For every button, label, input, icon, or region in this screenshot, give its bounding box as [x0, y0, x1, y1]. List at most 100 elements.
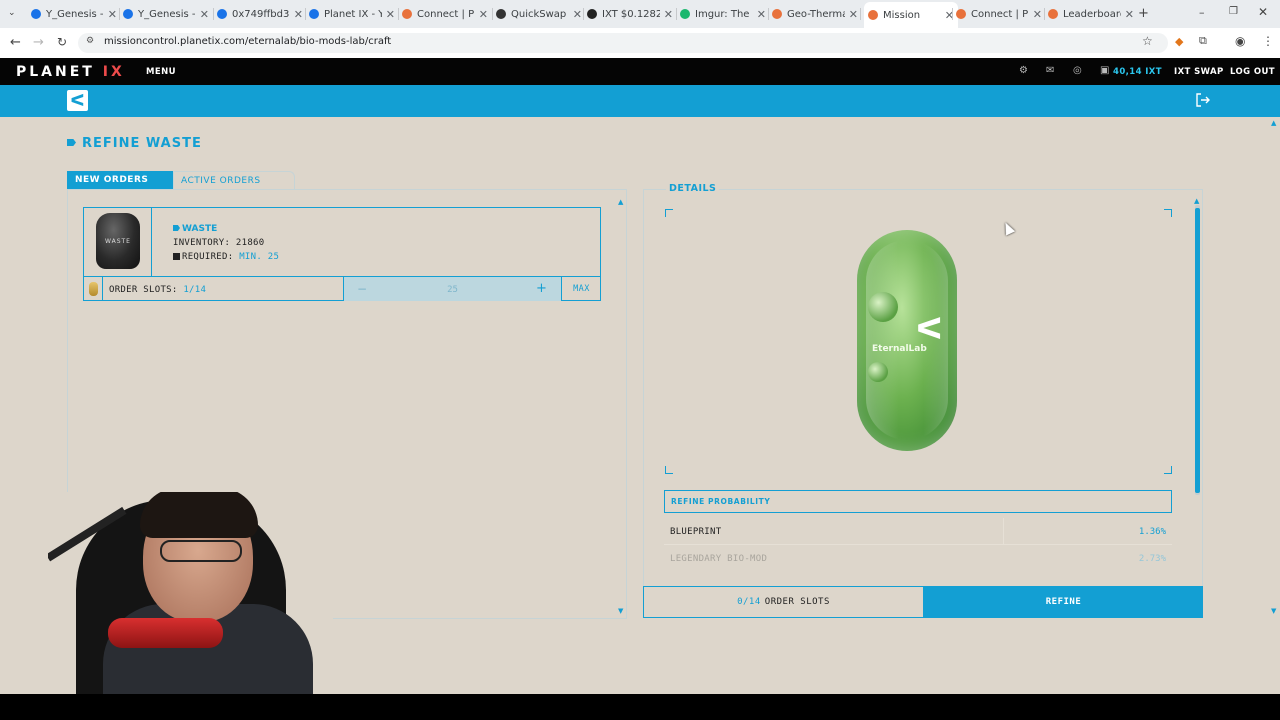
close-tab-icon[interactable]: ✕ [757, 8, 766, 21]
browser-tab[interactable]: Planet IX - Y ✕ [309, 4, 395, 24]
minimize-icon[interactable]: – [1199, 6, 1205, 19]
close-tab-icon[interactable]: ✕ [108, 8, 117, 21]
browser-tab[interactable]: Leaderboard ✕ [1048, 4, 1134, 24]
tab-separator [305, 8, 306, 20]
site-info-icon[interactable]: ⚙ [86, 36, 94, 46]
metamask-icon[interactable]: ◆ [1175, 35, 1183, 48]
person-hair [140, 492, 258, 538]
tab-new-orders[interactable]: NEW ORDERS [67, 171, 173, 189]
divider [664, 544, 1172, 545]
user-icon[interactable]: ◎ [1073, 66, 1083, 76]
settings-icon[interactable]: ⚙ [1019, 66, 1029, 76]
frame-corner [665, 209, 673, 217]
close-tab-icon[interactable]: ✕ [200, 8, 209, 21]
tab-active-orders[interactable]: ACTIVE ORDERS [173, 171, 295, 189]
browser-tab[interactable]: Y_Genesis - ✕ [31, 4, 117, 24]
browser-tab[interactable]: QuickSwap ✕ [496, 4, 582, 24]
tab-title: Y_Genesis - [46, 8, 104, 20]
page-scroll-down-icon[interactable]: ▼ [1271, 607, 1276, 615]
panel-scroll-up-icon[interactable]: ▲ [618, 198, 623, 206]
planet-ix-logo[interactable]: PLANET IX [16, 64, 125, 80]
browser-tab[interactable]: Connect | Pl ✕ [956, 4, 1042, 24]
browser-tab[interactable]: Y_Genesis - ✕ [123, 4, 209, 24]
tab-title: Y_Genesis - [138, 8, 196, 20]
tab-search-icon[interactable]: ⌄ [8, 8, 16, 18]
tab-title: Connect | Pl [971, 8, 1029, 20]
details-scroll-up-icon[interactable]: ▲ [1194, 197, 1199, 205]
page-title: REFINE WASTE [82, 136, 202, 151]
url-text: missioncontrol.planetix.com/eternalab/bi… [104, 36, 392, 47]
decrement-button[interactable]: − [357, 282, 367, 296]
inventory-count: INVENTORY: 21860 [173, 238, 265, 248]
increment-button[interactable]: + [536, 281, 547, 296]
order-slots-value: 1/14 [183, 285, 207, 295]
logout-button[interactable]: LOG OUT [1230, 67, 1275, 77]
eternalab-logo-icon[interactable]: ᐸ [67, 90, 88, 111]
reload-icon[interactable]: ↻ [57, 35, 67, 49]
probability-row-value: 2.73% [1138, 554, 1166, 564]
mail-icon[interactable]: ✉ [1046, 66, 1056, 76]
tab-title: Leaderboard [1063, 8, 1121, 20]
close-tab-icon[interactable]: ✕ [479, 8, 488, 21]
close-tab-icon[interactable]: ✕ [294, 8, 303, 21]
back-icon[interactable]: ← [10, 35, 21, 50]
logo-main-text: PLANET [16, 64, 95, 80]
browser-tab[interactable]: Mission ✕ [864, 2, 958, 28]
tab-separator [768, 8, 769, 20]
close-tab-icon[interactable]: ✕ [664, 8, 673, 21]
ixt-balance[interactable]: 40,14 IXT [1113, 67, 1162, 77]
tab-title: 0x749ffbd30 [232, 8, 290, 20]
m-icon [587, 9, 597, 19]
extensions-icon[interactable]: ⧉ [1199, 34, 1207, 48]
order-slots-text: ORDER SLOTS [764, 597, 830, 607]
tab-separator [1044, 8, 1045, 20]
tab-separator [676, 8, 677, 20]
waste-bag-label: WASTE [105, 238, 131, 245]
order-slots-indicator: 0/14 ORDER SLOTS [643, 586, 924, 618]
page-scroll-up-icon[interactable]: ▲ [1271, 119, 1276, 127]
ix-icon [1048, 9, 1058, 19]
ix-icon [868, 10, 878, 20]
order-slots-used: 0/14 [737, 597, 761, 607]
tab-title: QuickSwap [511, 8, 567, 20]
tab-separator [119, 8, 120, 20]
close-tab-icon[interactable]: ✕ [1125, 8, 1134, 21]
bookmark-star-icon[interactable]: ☆ [1142, 34, 1153, 48]
browser-tab[interactable]: Imgur: The m ✕ [680, 4, 766, 24]
required-amount: REQUIRED: MIN. 25 [182, 252, 279, 262]
new-tab-button[interactable]: + [1138, 6, 1149, 21]
browser-menu-icon[interactable]: ⋮ [1262, 34, 1274, 48]
required-value: MIN. 25 [239, 252, 280, 262]
menu-button[interactable]: MENU [146, 67, 176, 77]
details-scrollbar-thumb[interactable] [1195, 208, 1200, 493]
required-label: REQUIRED: [182, 252, 234, 262]
required-icon [173, 253, 180, 260]
tab-title: IXT $0.1282 [602, 8, 660, 20]
wallet-icon[interactable]: ▣ [1100, 66, 1110, 76]
site-header [0, 58, 1280, 85]
restore-icon[interactable]: ❐ [1229, 6, 1238, 17]
globe-icon [309, 9, 319, 19]
ixt-swap-button[interactable]: IXT SWAP [1174, 67, 1224, 77]
browser-tab[interactable]: IXT $0.1282 ✕ [587, 4, 673, 24]
tab-title: Imgur: The m [695, 8, 753, 20]
close-tab-icon[interactable]: ✕ [849, 8, 858, 21]
close-tab-icon[interactable]: ✕ [573, 8, 582, 21]
exit-icon[interactable] [1195, 92, 1211, 108]
panel-scroll-down-icon[interactable]: ▼ [618, 607, 623, 615]
browser-tab[interactable]: Geo-Therma ✕ [772, 4, 858, 24]
tab-title: Mission [883, 9, 921, 21]
close-tab-icon[interactable]: ✕ [1033, 8, 1042, 21]
close-window-icon[interactable]: ✕ [1258, 5, 1268, 19]
max-button[interactable]: MAX [561, 277, 601, 301]
close-tab-icon[interactable]: ✕ [386, 8, 395, 21]
forward-icon[interactable]: → [33, 35, 44, 50]
probability-row-value: 1.36% [1138, 527, 1166, 537]
profile-icon[interactable]: ◉ [1235, 34, 1245, 48]
tab-separator [492, 8, 493, 20]
refine-button[interactable]: REFINE [924, 586, 1203, 618]
quantity-input[interactable]: 25 [440, 285, 465, 295]
eternalab-mark-icon: ᐸ [916, 312, 943, 347]
browser-tab[interactable]: Connect | Pl ✕ [402, 4, 488, 24]
browser-tab[interactable]: 0x749ffbd30 ✕ [217, 4, 303, 24]
